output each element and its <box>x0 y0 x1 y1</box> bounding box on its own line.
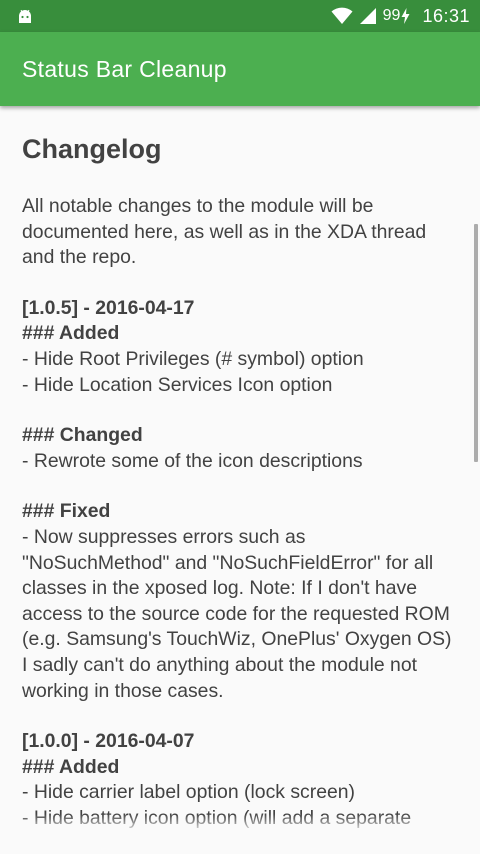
battery-level: 99 <box>382 7 401 24</box>
section-changed: ### Changed - Rewrote some of the icon d… <box>22 423 458 474</box>
wifi-icon <box>331 7 353 24</box>
section-fixed: ### Fixed - Now suppresses errors such a… <box>22 499 458 704</box>
status-bar: 99 16:31 <box>0 0 480 32</box>
changelog-intro: All notable changes to the module will b… <box>22 195 427 269</box>
list-item: - Now suppresses errors such as "NoSuchM… <box>22 525 452 702</box>
section-heading-changed: ### Changed <box>22 424 143 447</box>
app-bar: Status Bar Cleanup <box>0 32 480 106</box>
release-1-0-5: [1.0.5] - 2016-04-17 ### Added - Hide Ro… <box>22 296 458 398</box>
section-heading-added: ### Added <box>22 755 120 778</box>
app-title: Status Bar Cleanup <box>22 56 227 82</box>
scrollbar-thumb[interactable] <box>474 224 478 462</box>
list-item: - Hide Root Privileges (# symbol) option <box>22 347 364 370</box>
list-item: - Hide Location Services Icon option <box>22 373 333 396</box>
list-item: - Rewrote some of the icon descriptions <box>22 449 363 472</box>
battery-charging-icon <box>401 8 410 24</box>
signal-icon <box>359 8 376 24</box>
changelog-content: Changelog All notable changes to the mod… <box>0 106 480 834</box>
changelog-scroll-view[interactable]: Changelog All notable changes to the mod… <box>0 106 480 834</box>
section-heading-added: ### Added <box>22 322 120 345</box>
release-version: [1.0.0] - 2016-04-07 <box>22 730 195 753</box>
android-icon <box>19 9 31 23</box>
scroll-fade <box>0 814 480 834</box>
bottom-gap <box>0 834 480 854</box>
changelog-heading: Changelog <box>22 134 162 164</box>
clock: 16:31 <box>422 5 470 26</box>
release-version: [1.0.5] - 2016-04-17 <box>22 296 195 319</box>
list-item: - Hide carrier label option (lock screen… <box>22 781 356 804</box>
section-heading-fixed: ### Fixed <box>22 500 111 523</box>
battery-indicator: 99 <box>383 7 411 25</box>
